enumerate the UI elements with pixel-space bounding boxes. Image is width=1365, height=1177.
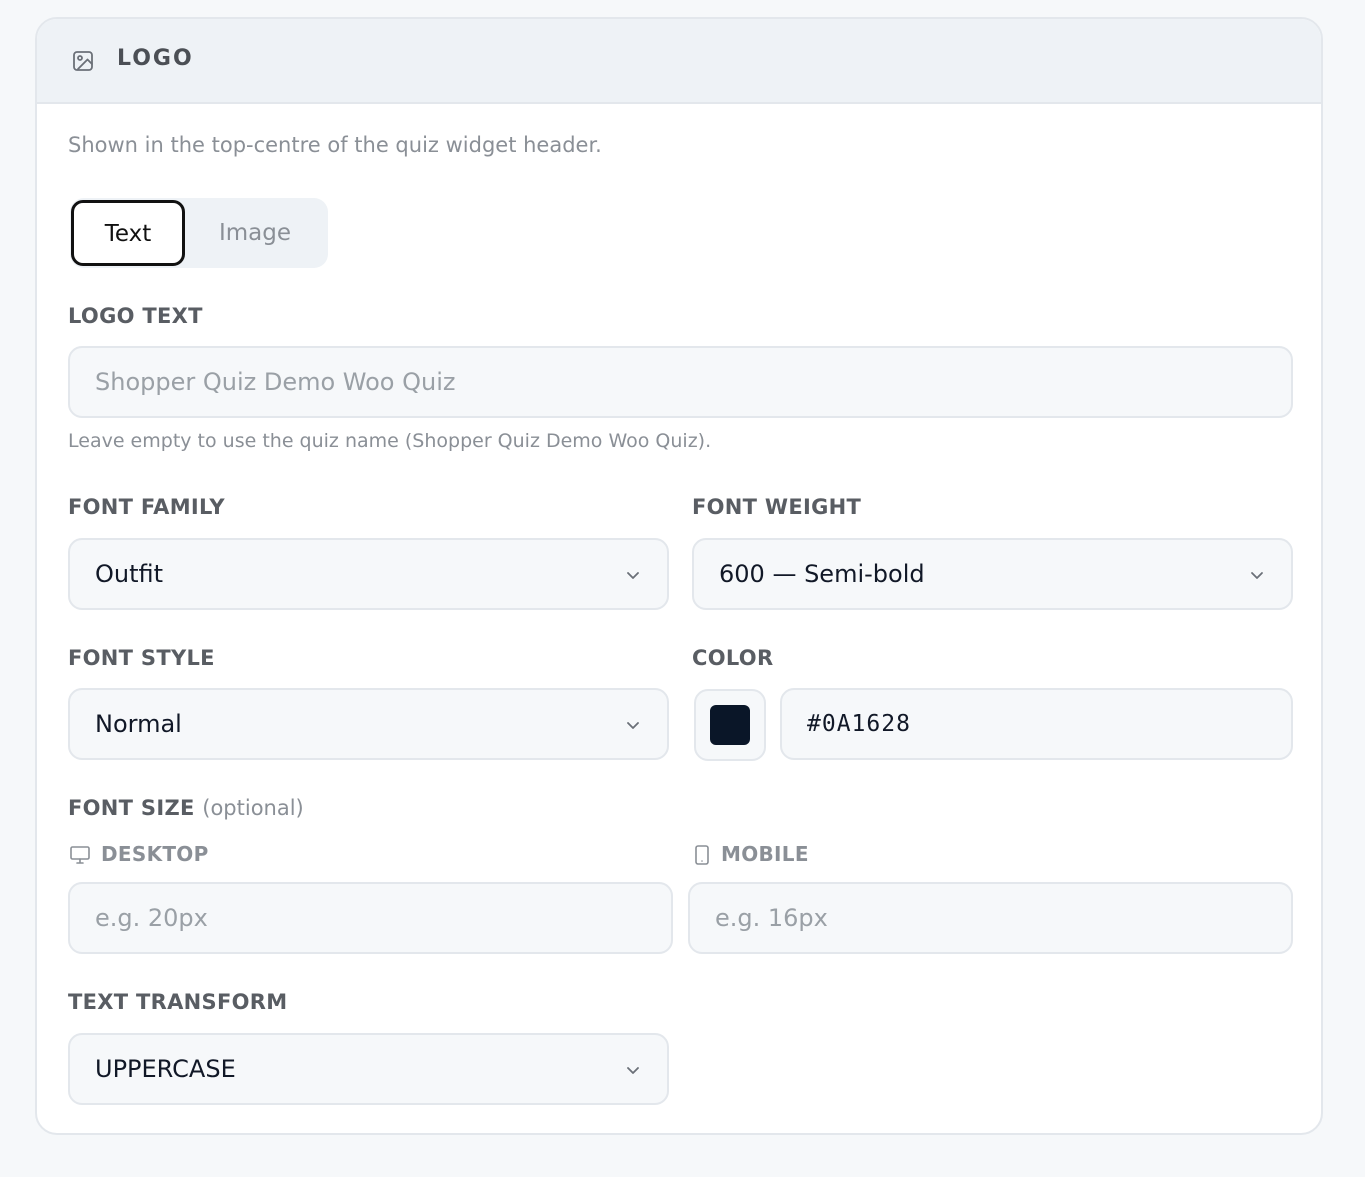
text-transform-value: UPPERCASE — [95, 1055, 236, 1083]
color-label: COLOR — [692, 646, 774, 670]
text-transform-select[interactable]: UPPERCASE — [68, 1033, 669, 1105]
color-hex-value: #0A1628 — [807, 711, 911, 737]
color-swatch — [710, 705, 750, 745]
image-icon — [73, 51, 93, 71]
logo-text-placeholder: Shopper Quiz Demo Woo Quiz — [95, 368, 456, 396]
chevron-down-icon — [1251, 572, 1263, 579]
mobile-label: MOBILE — [721, 842, 809, 866]
chevron-down-icon — [627, 1067, 639, 1074]
desktop-label: DESKTOP — [101, 842, 209, 866]
desktop-icon — [70, 846, 90, 864]
chevron-down-icon — [627, 572, 639, 579]
logo-settings-card: LOGO Shown in the top-centre of the quiz… — [35, 17, 1323, 1135]
color-hex-input[interactable]: #0A1628 — [780, 688, 1293, 760]
mobile-font-size-input[interactable]: e.g. 16px — [688, 882, 1293, 954]
text-mode-button[interactable]: Text — [71, 200, 185, 266]
font-family-label: FONT FAMILY — [68, 495, 225, 519]
font-style-select[interactable]: Normal — [68, 688, 669, 760]
desktop-font-size-placeholder: e.g. 20px — [95, 904, 208, 932]
section-header: LOGO — [37, 19, 1321, 104]
image-mode-button[interactable]: Image — [190, 198, 320, 268]
font-family-select[interactable]: Outfit — [68, 538, 669, 610]
font-size-optional: (optional) — [202, 796, 304, 820]
font-family-value: Outfit — [95, 560, 164, 588]
desktop-font-size-input[interactable]: e.g. 20px — [68, 882, 673, 954]
logo-text-help: Leave empty to use the quiz name (Shoppe… — [68, 430, 712, 452]
font-style-value: Normal — [95, 710, 182, 738]
font-weight-label: FONT WEIGHT — [692, 495, 862, 519]
font-size-label-text: FONT SIZE — [68, 796, 195, 820]
font-weight-value: 600 — Semi-bold — [719, 560, 925, 588]
logo-text-input[interactable]: Shopper Quiz Demo Woo Quiz — [68, 346, 1293, 418]
mobile-font-size-placeholder: e.g. 16px — [715, 904, 828, 932]
mobile-icon — [695, 845, 709, 865]
font-style-label: FONT STYLE — [68, 646, 215, 670]
logo-mode-toggle: Image Text — [70, 198, 328, 268]
font-size-label: FONT SIZE (optional) — [68, 796, 304, 820]
logo-text-label: LOGO TEXT — [68, 304, 203, 328]
color-picker-button[interactable] — [694, 689, 766, 761]
text-transform-label: TEXT TRANSFORM — [68, 990, 288, 1014]
chevron-down-icon — [627, 722, 639, 729]
section-title: LOGO — [117, 46, 194, 71]
section-description: Shown in the top-centre of the quiz widg… — [68, 133, 602, 157]
font-weight-select[interactable]: 600 — Semi-bold — [692, 538, 1293, 610]
